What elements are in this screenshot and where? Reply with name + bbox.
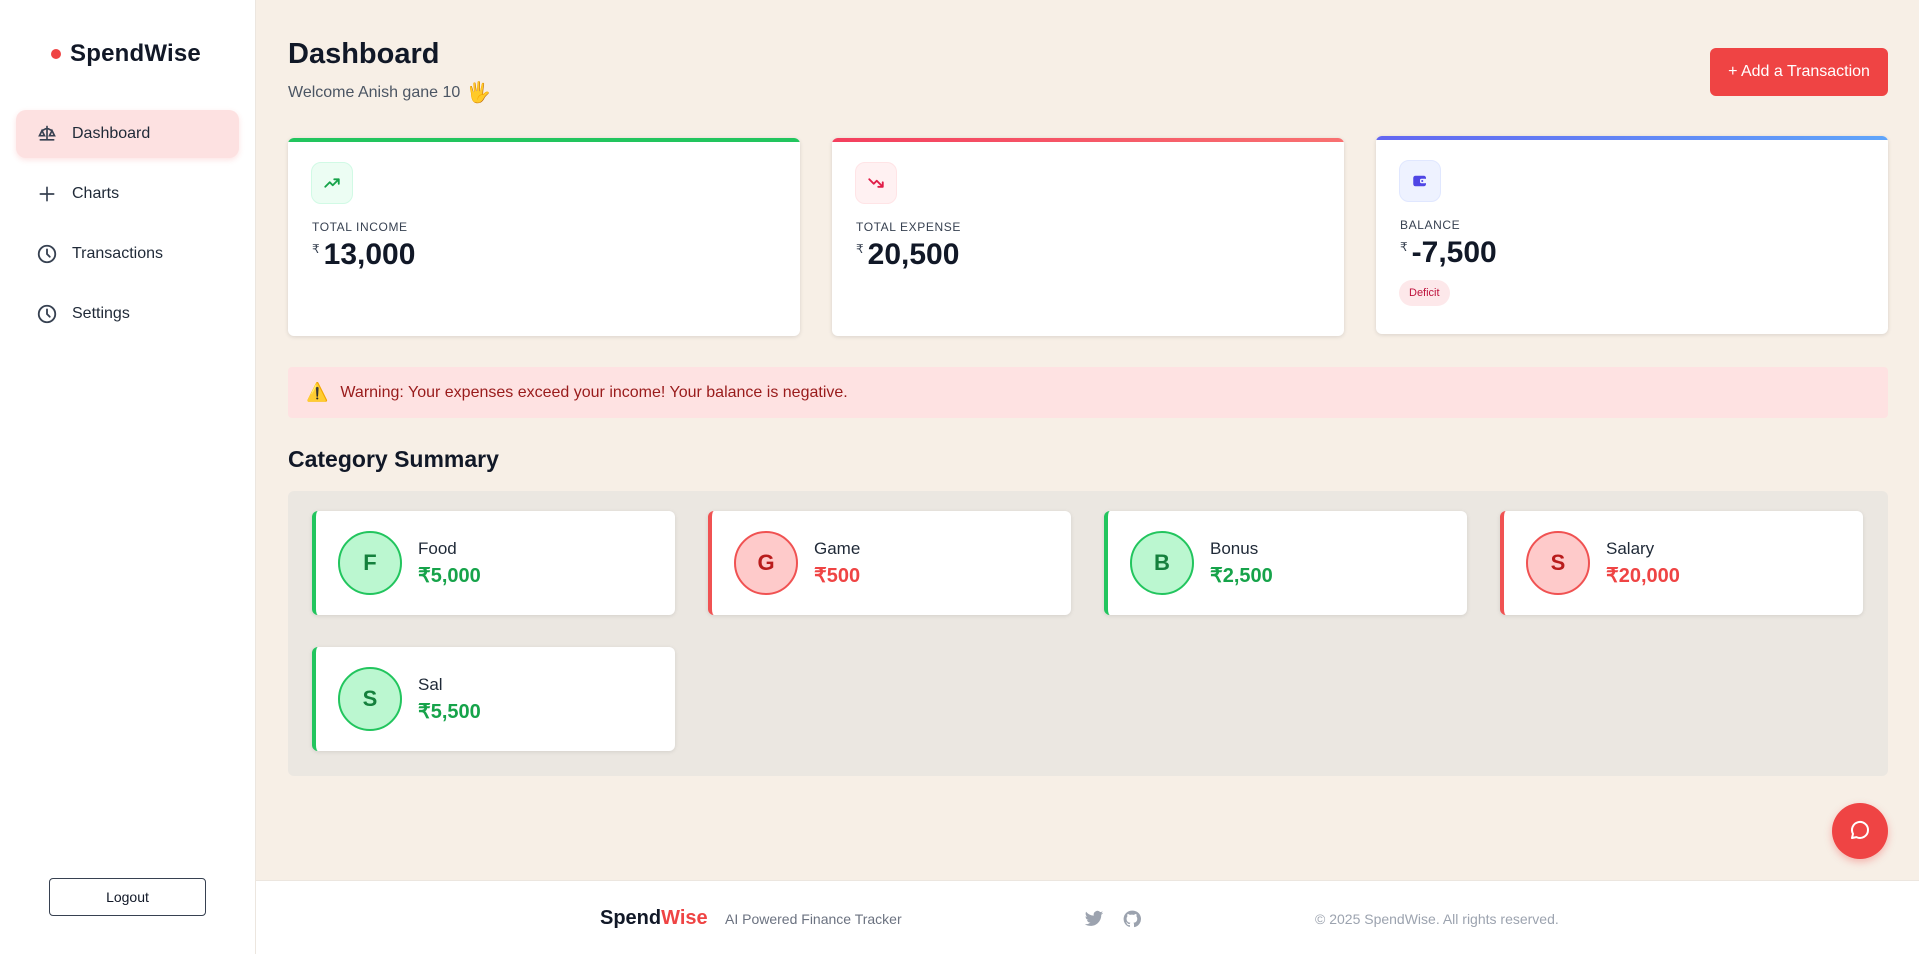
trending-up-icon	[311, 162, 353, 204]
income-value: 13,000	[323, 238, 416, 271]
income-amount: ₹ 13,000	[312, 238, 415, 272]
category-avatar: S	[338, 667, 402, 731]
sidebar: SpendWise Dashboard Charts Transactions …	[0, 0, 256, 954]
main-content: Dashboard Welcome Anish gane 10 🖐 + Add …	[256, 0, 1919, 880]
chat-button[interactable]	[1832, 803, 1888, 859]
twitter-icon[interactable]	[1082, 907, 1106, 931]
sidebar-item-label: Transactions	[72, 245, 163, 262]
rupee-symbol: ₹	[1400, 240, 1408, 254]
category-card[interactable]: G Game ₹500	[708, 511, 1071, 615]
total-income-card: TOTAL INCOME ₹ 13,000	[288, 138, 800, 336]
sidebar-item-dashboard[interactable]: Dashboard	[16, 110, 239, 158]
category-card[interactable]: S Salary ₹20,000	[1500, 511, 1863, 615]
category-amount: ₹5,500	[418, 700, 481, 723]
balance-value: -7,500	[1411, 236, 1497, 269]
footer-brand-main: Spend	[600, 907, 662, 929]
category-name: Sal	[418, 674, 443, 694]
category-info: Salary ₹20,000	[1606, 539, 1680, 588]
github-icon[interactable]	[1120, 907, 1144, 931]
category-name: Bonus	[1210, 538, 1259, 558]
sidebar-item-label: Dashboard	[72, 125, 151, 142]
sidebar-item-charts[interactable]: Charts	[16, 170, 239, 218]
rupee-symbol: ₹	[856, 242, 864, 256]
category-avatar: B	[1130, 531, 1194, 595]
add-transaction-button[interactable]: + Add a Transaction	[1710, 48, 1888, 96]
footer-brand-accent: Wise	[661, 907, 708, 929]
brand-dot-icon	[51, 49, 61, 59]
category-info: Food ₹5,000	[418, 539, 481, 588]
sidebar-item-transactions[interactable]: Transactions	[16, 230, 239, 278]
category-amount: ₹500	[814, 564, 861, 587]
warning-icon: ⚠️	[306, 382, 329, 402]
welcome-message: Welcome Anish gane 10 🖐	[288, 80, 491, 105]
category-avatar: S	[1526, 531, 1590, 595]
wave-emoji-icon: 🖐	[466, 82, 492, 104]
sidebar-item-settings[interactable]: Settings	[16, 290, 239, 338]
footer: SpendWise AI Powered Finance Tracker © 2…	[256, 880, 1919, 954]
category-info: Game ₹500	[814, 539, 860, 588]
clock-icon	[36, 243, 58, 265]
scale-icon	[36, 123, 58, 145]
card-accent-bar	[288, 138, 800, 142]
category-amount: ₹5,000	[418, 564, 481, 587]
plus-icon	[36, 183, 58, 205]
category-card[interactable]: F Food ₹5,000	[312, 511, 675, 615]
category-name: Salary	[1606, 538, 1655, 558]
total-expense-card: TOTAL EXPENSE ₹ 20,500	[832, 138, 1344, 336]
sidebar-nav: Dashboard Charts Transactions Settings	[16, 110, 239, 350]
category-name: Food	[418, 538, 457, 558]
warning-banner: ⚠️ Warning: Your expenses exceed your in…	[288, 367, 1888, 418]
warning-text: Warning: Your expenses exceed your incom…	[340, 383, 848, 401]
expense-value: 20,500	[867, 238, 960, 271]
brand-logo[interactable]: SpendWise	[51, 40, 201, 68]
sidebar-item-label: Charts	[72, 185, 120, 202]
category-avatar: F	[338, 531, 402, 595]
card-accent-bar	[832, 138, 1344, 142]
footer-brand[interactable]: SpendWise	[600, 907, 708, 930]
category-avatar: G	[734, 531, 798, 595]
status-badge: Deficit	[1399, 280, 1450, 306]
page-title: Dashboard	[288, 38, 440, 70]
footer-copyright: © 2025 SpendWise. All rights reserved.	[1315, 911, 1559, 927]
balance-card: BALANCE ₹ -7,500 Deficit	[1376, 136, 1888, 334]
category-amount: ₹20,000	[1606, 564, 1680, 587]
category-name: Game	[814, 538, 861, 558]
category-card[interactable]: B Bonus ₹2,500	[1104, 511, 1467, 615]
sidebar-item-label: Settings	[72, 305, 130, 322]
category-info: Bonus ₹2,500	[1210, 539, 1273, 588]
chat-bubble-icon	[1848, 818, 1872, 845]
expense-amount: ₹ 20,500	[856, 238, 959, 272]
trending-down-icon	[855, 162, 897, 204]
category-amount: ₹2,500	[1210, 564, 1273, 587]
expense-label: TOTAL EXPENSE	[856, 220, 961, 234]
clock-icon	[36, 303, 58, 325]
rupee-symbol: ₹	[312, 242, 320, 256]
section-title: Category Summary	[288, 446, 499, 472]
balance-amount: ₹ -7,500	[1400, 236, 1497, 270]
brand-name: SpendWise	[70, 40, 201, 67]
footer-tagline: AI Powered Finance Tracker	[725, 911, 902, 927]
logout-button[interactable]: Logout	[49, 878, 206, 916]
welcome-text: Welcome Anish gane 10	[288, 83, 461, 101]
wallet-icon	[1399, 160, 1441, 202]
balance-label: BALANCE	[1400, 218, 1461, 232]
footer-social	[1082, 907, 1144, 931]
category-card[interactable]: S Sal ₹5,500	[312, 647, 675, 751]
card-accent-bar	[1376, 136, 1888, 140]
category-summary-panel: F Food ₹5,000 G Game ₹500 B Bonus ₹2,500…	[288, 491, 1888, 776]
income-label: TOTAL INCOME	[312, 220, 408, 234]
category-info: Sal ₹5,500	[418, 675, 481, 724]
